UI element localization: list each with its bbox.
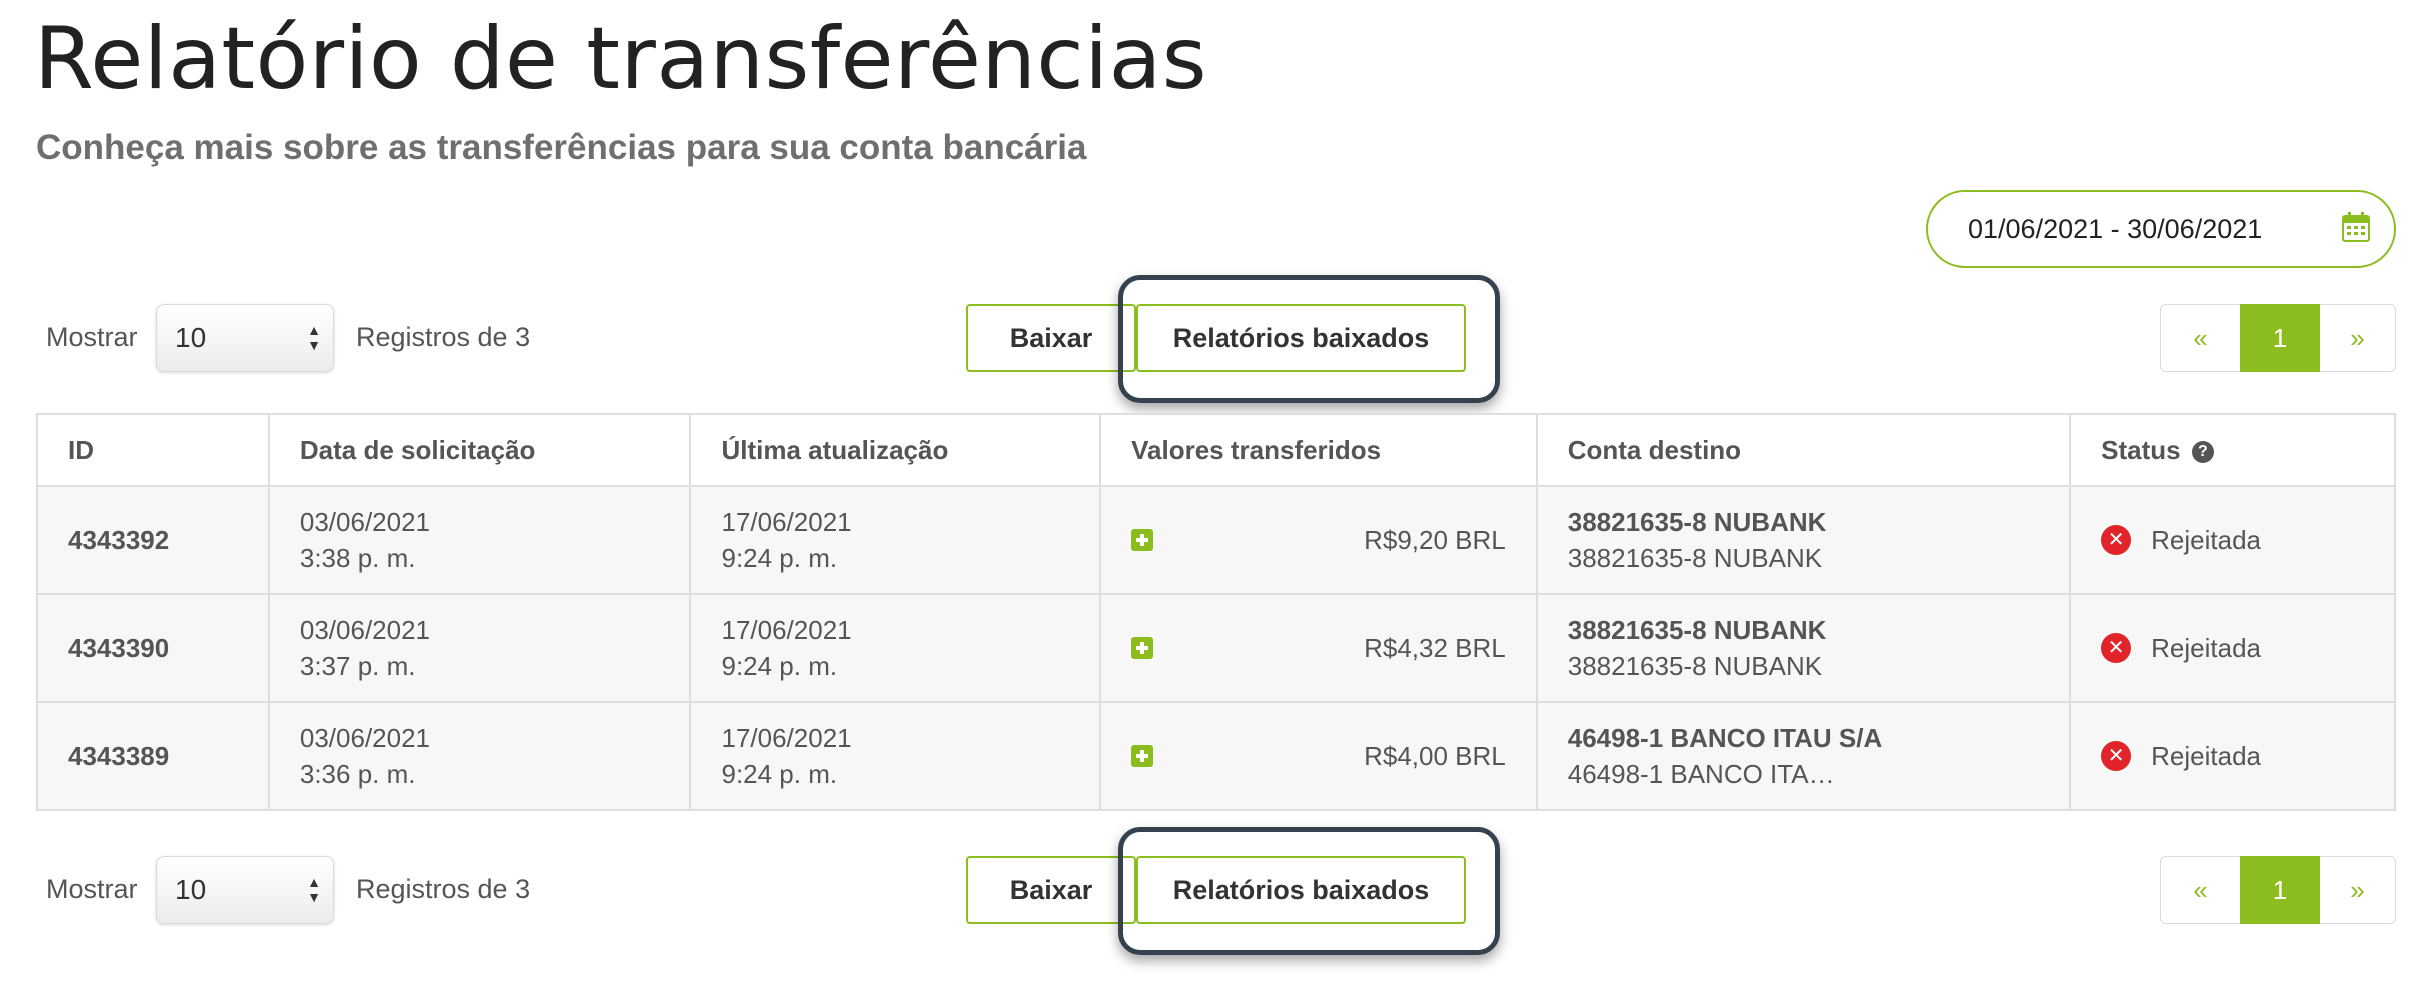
expand-plus-icon[interactable] [1131, 745, 1154, 767]
update-time: 9:24 p. m. [721, 759, 838, 789]
column-header-status[interactable]: Status ? [2069, 413, 2396, 487]
download-button[interactable]: Baixar [966, 304, 1136, 372]
pagination-page-1[interactable]: 1 [2240, 304, 2320, 372]
status-text: Rejeitada [2151, 525, 2261, 555]
column-header-last-update[interactable]: Última atualização [689, 413, 1102, 487]
account-subtitle: 38821635-8 NUBANK [1567, 651, 1823, 681]
amount-value: R$9,20 BRL [1364, 525, 1506, 555]
show-label: Mostrar [46, 322, 138, 352]
table-header-row: ID Data de solicitação Última atualizaçã… [36, 413, 2396, 487]
row-amount: R$9,20 BRL [1099, 485, 1538, 595]
pagination: « 1 » [2160, 856, 2396, 924]
row-request-date: 03/06/2021 3:36 p. m. [267, 701, 692, 811]
request-date: 03/06/2021 [299, 615, 431, 645]
expand-plus-icon[interactable] [1131, 529, 1154, 551]
table-row: 4343389 03/06/2021 3:36 p. m. 17/06/2021 9… [36, 701, 2396, 811]
request-date: 03/06/2021 [299, 723, 431, 753]
row-status: ✕ Rejeitada [2069, 593, 2396, 703]
row-update-date: 17/06/2021 9:24 p. m. [689, 593, 1102, 703]
page-subtitle: Conheça mais sobre as transferências par… [36, 128, 1087, 167]
page-size-value: 10 [175, 874, 207, 905]
help-icon[interactable]: ? [2191, 440, 2214, 463]
status-header-label: Status [2101, 434, 2181, 465]
page-size-select[interactable]: 10 ▲ ▼ [156, 304, 334, 372]
amount-value: R$4,32 BRL [1364, 633, 1506, 663]
row-id: 4343390 [36, 593, 270, 703]
bottom-controls: Mostrar 10 ▲ ▼ Registros de 3 Baixar Rela… [0, 827, 2426, 955]
page-size-select[interactable]: 10 ▲ ▼ [156, 856, 334, 924]
column-header-destination-account[interactable]: Conta destino [1535, 413, 2072, 487]
row-status: ✕ Rejeitada [2069, 485, 2396, 595]
top-controls: Mostrar 10 ▲ ▼ Registros de 3 Baixar Rela… [0, 275, 2426, 403]
request-time: 3:37 p. m. [299, 651, 416, 681]
pagination-prev-button[interactable]: « [2160, 856, 2240, 924]
row-id: 4343389 [36, 701, 270, 811]
download-button[interactable]: Baixar [966, 856, 1136, 924]
row-amount: R$4,00 BRL [1099, 701, 1538, 811]
pagination: « 1 » [2160, 304, 2396, 372]
row-account: 46498-1 BANCO ITAU S/A 46498-1 BANCO ITA… [1535, 701, 2072, 811]
status-text: Rejeitada [2151, 633, 2261, 663]
select-arrows-icon: ▲ ▼ [307, 874, 321, 905]
column-header-request-date[interactable]: Data de solicitação [267, 413, 692, 487]
update-date: 17/06/2021 [721, 723, 852, 753]
pagination-prev-button[interactable]: « [2160, 304, 2240, 372]
update-date: 17/06/2021 [721, 615, 852, 645]
rejected-icon: ✕ [2101, 525, 2132, 555]
account-subtitle: 38821635-8 NUBANK [1567, 543, 1823, 573]
update-time: 9:24 p. m. [721, 543, 838, 573]
rejected-icon: ✕ [2101, 633, 2132, 663]
rejected-icon: ✕ [2101, 741, 2132, 771]
account-title: 46498-1 BANCO ITAU S/A [1567, 723, 1883, 753]
downloaded-reports-button[interactable]: Relatórios baixados [1136, 304, 1466, 372]
row-amount: R$4,32 BRL [1099, 593, 1538, 703]
pagination-next-button[interactable]: » [2320, 856, 2396, 924]
pagination-next-button[interactable]: » [2320, 304, 2396, 372]
column-header-amount[interactable]: Valores transferidos [1099, 413, 1538, 487]
page-size-value: 10 [175, 322, 207, 353]
page-title: Relatório de transferências [34, 9, 1208, 109]
update-date: 17/06/2021 [721, 507, 852, 537]
account-title: 38821635-8 NUBANK [1567, 507, 1827, 537]
transfers-table: ID Data de solicitação Última atualizaçã… [36, 413, 2396, 811]
request-time: 3:38 p. m. [299, 543, 416, 573]
records-count-label: Registros de 3 [356, 322, 531, 352]
request-time: 3:36 p. m. [299, 759, 416, 789]
update-time: 9:24 p. m. [721, 651, 838, 681]
downloaded-reports-button[interactable]: Relatórios baixados [1136, 856, 1466, 924]
account-subtitle: 46498-1 BANCO ITA… [1567, 759, 1835, 789]
request-date: 03/06/2021 [299, 507, 431, 537]
account-title: 38821635-8 NUBANK [1567, 615, 1827, 645]
show-label: Mostrar [46, 874, 138, 904]
calendar-icon [2342, 212, 2370, 242]
row-request-date: 03/06/2021 3:37 p. m. [267, 593, 692, 703]
table-row: 4343390 03/06/2021 3:37 p. m. 17/06/2021 9… [36, 593, 2396, 703]
row-account: 38821635-8 NUBANK 38821635-8 NUBANK [1535, 593, 2072, 703]
pagination-page-1[interactable]: 1 [2240, 856, 2320, 924]
status-text: Rejeitada [2151, 741, 2261, 771]
amount-value: R$4,00 BRL [1364, 741, 1506, 771]
expand-plus-icon[interactable] [1131, 637, 1154, 659]
date-range-picker[interactable]: 01/06/2021 - 30/06/2021 [1926, 190, 2396, 268]
row-status: ✕ Rejeitada [2069, 701, 2396, 811]
row-request-date: 03/06/2021 3:38 p. m. [267, 485, 692, 595]
row-account: 38821635-8 NUBANK 38821635-8 NUBANK [1535, 485, 2072, 595]
date-range-value: 01/06/2021 - 30/06/2021 [1968, 213, 2263, 244]
records-count-label: Registros de 3 [356, 874, 531, 904]
row-update-date: 17/06/2021 9:24 p. m. [689, 701, 1102, 811]
row-update-date: 17/06/2021 9:24 p. m. [689, 485, 1102, 595]
column-header-id[interactable]: ID [36, 413, 270, 487]
select-arrows-icon: ▲ ▼ [307, 322, 321, 353]
row-id: 4343392 [36, 485, 270, 595]
table-row: 4343392 03/06/2021 3:38 p. m. 17/06/2021 9… [36, 485, 2396, 595]
